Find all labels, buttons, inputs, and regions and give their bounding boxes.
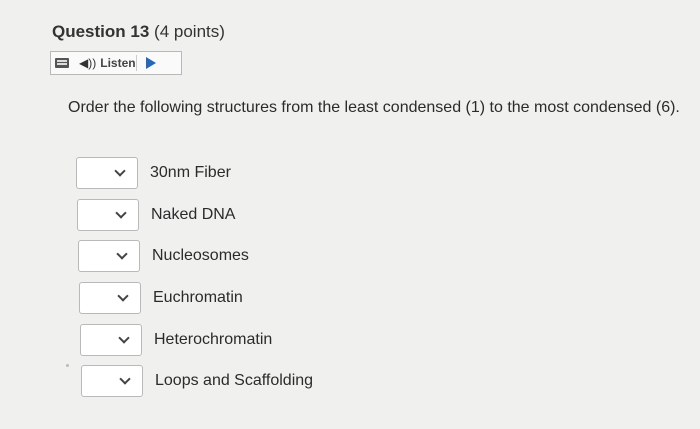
chevron-down-icon bbox=[116, 248, 128, 260]
ordering-row: Loops and Scaffolding bbox=[81, 365, 313, 397]
order-select-3[interactable] bbox=[78, 240, 140, 272]
order-select-6[interactable] bbox=[81, 365, 143, 397]
order-select-5[interactable] bbox=[80, 324, 142, 356]
question-points: (4 points) bbox=[154, 22, 225, 41]
question-header: Question 13 (4 points) bbox=[52, 22, 225, 42]
item-label: Loops and Scaffolding bbox=[155, 372, 314, 389]
ordering-row: Euchromatin bbox=[79, 282, 243, 314]
ordering-row: 30nm Fiber bbox=[76, 157, 231, 189]
stray-dot bbox=[66, 364, 69, 367]
item-label: Naked DNA bbox=[151, 206, 236, 223]
listen-button[interactable]: ◀)) Listen bbox=[50, 51, 182, 75]
keyboard-icon[interactable] bbox=[55, 58, 69, 68]
question-number: Question 13 bbox=[52, 22, 150, 41]
ordering-row: Nucleosomes bbox=[78, 240, 249, 272]
item-label: 30nm Fiber bbox=[150, 164, 231, 181]
listen-divider bbox=[136, 55, 137, 71]
listen-label: Listen bbox=[100, 56, 136, 70]
chevron-down-icon bbox=[118, 332, 130, 344]
order-select-1[interactable] bbox=[76, 157, 138, 189]
chevron-down-icon bbox=[114, 165, 126, 177]
chevron-down-icon bbox=[117, 290, 129, 302]
chevron-down-icon bbox=[115, 207, 127, 219]
ordering-row: Naked DNA bbox=[77, 199, 235, 231]
ordering-row: Heterochromatin bbox=[80, 324, 272, 356]
play-icon[interactable] bbox=[146, 57, 156, 69]
item-label: Nucleosomes bbox=[152, 247, 249, 264]
order-select-2[interactable] bbox=[77, 199, 139, 231]
item-label: Heterochromatin bbox=[154, 331, 273, 348]
speaker-icon: ◀)) bbox=[79, 56, 97, 70]
chevron-down-icon bbox=[119, 373, 131, 385]
order-select-4[interactable] bbox=[79, 282, 141, 314]
item-label: Euchromatin bbox=[153, 289, 243, 306]
question-prompt: Order the following structures from the … bbox=[68, 99, 680, 116]
